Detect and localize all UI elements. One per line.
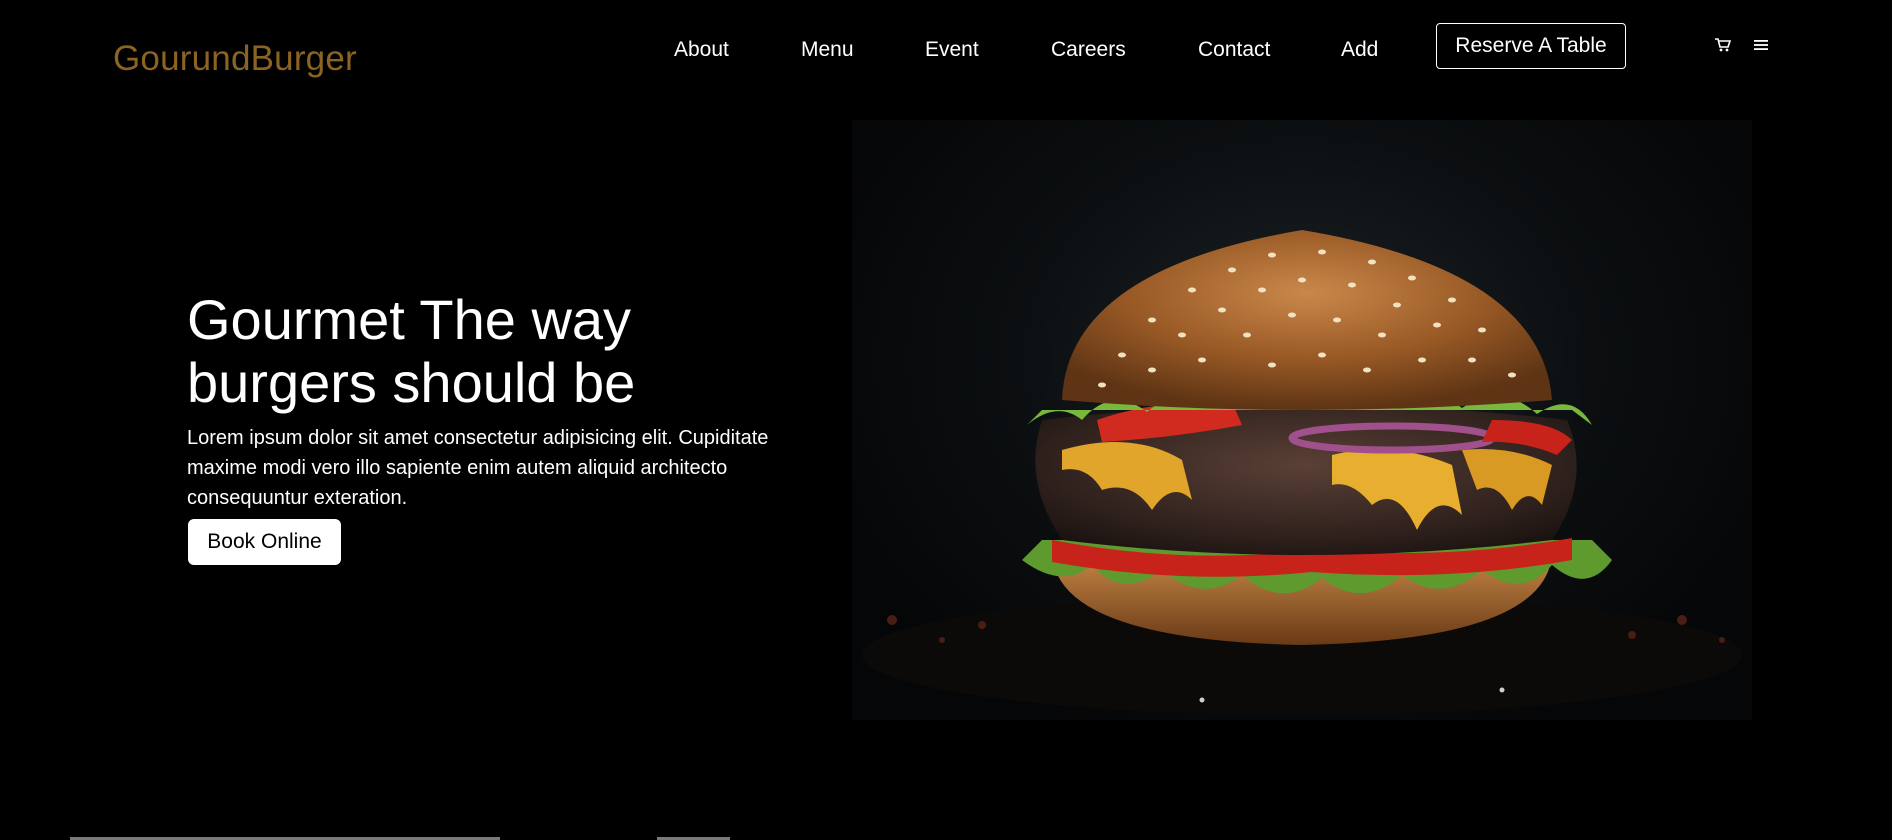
nav-menu[interactable]: Menu xyxy=(801,37,854,62)
nav-event[interactable]: Event xyxy=(925,37,979,62)
hamburger-menu-icon[interactable] xyxy=(1751,34,1771,56)
hero-description: Lorem ipsum dolor sit amet consectetur a… xyxy=(187,427,769,509)
nav-careers[interactable]: Careers xyxy=(1051,37,1126,62)
cart-icon[interactable] xyxy=(1713,34,1733,56)
book-online-button[interactable]: Book Online xyxy=(188,519,341,565)
hero-title: Gourmet The way burgers should be xyxy=(187,288,636,414)
reserve-table-button[interactable]: Reserve A Table xyxy=(1436,23,1626,69)
nav-about[interactable]: About xyxy=(674,37,729,62)
nav-add[interactable]: Add xyxy=(1341,37,1378,62)
nav-contact[interactable]: Contact xyxy=(1198,37,1270,62)
burger-image xyxy=(852,120,1752,720)
